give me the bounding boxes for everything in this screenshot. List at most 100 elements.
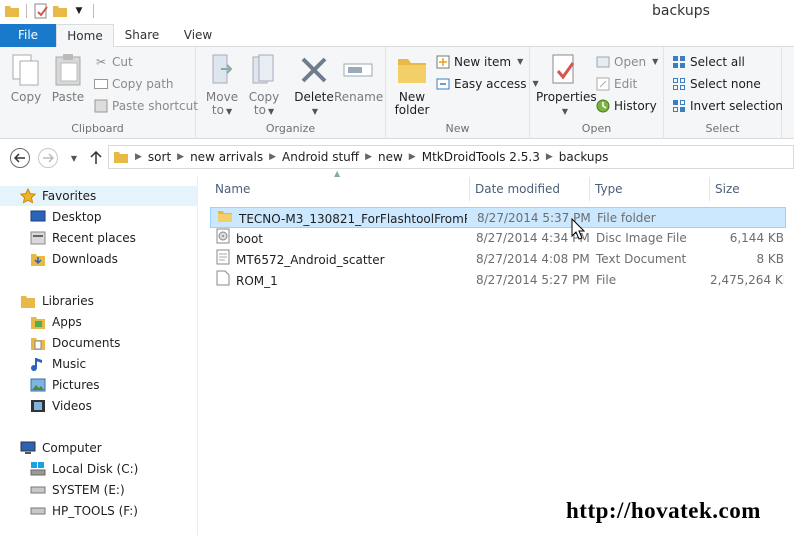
libraries-icon bbox=[20, 293, 36, 309]
easy-access-icon bbox=[436, 77, 450, 91]
clipboard-group-label: Clipboard bbox=[71, 122, 124, 135]
column-header-name[interactable]: Name bbox=[210, 177, 470, 201]
tab-view[interactable]: View bbox=[170, 24, 226, 47]
new-item-button[interactable]: New item ▼ bbox=[436, 52, 523, 72]
nav-local-disk[interactable]: Local Disk (C:) bbox=[0, 459, 198, 479]
file-type: Disc Image File bbox=[596, 231, 687, 245]
back-button[interactable] bbox=[10, 148, 30, 168]
up-button[interactable] bbox=[86, 148, 106, 168]
column-header-date-modified[interactable]: Date modified bbox=[470, 177, 590, 201]
select-group: Select all Select none Invert selection … bbox=[664, 47, 783, 139]
address-bar[interactable]: ▶ sort ▶ new arrivals ▶ Android stuff ▶ … bbox=[108, 145, 794, 169]
nav-computer[interactable]: Computer bbox=[0, 438, 198, 458]
forward-button[interactable] bbox=[38, 148, 58, 168]
table-row[interactable]: boot 8/27/2014 4:34 PM Disc Image File 6… bbox=[210, 228, 786, 249]
nav-downloads[interactable]: Downloads bbox=[0, 249, 198, 269]
nav-pictures[interactable]: Pictures bbox=[0, 375, 198, 395]
move-to-icon bbox=[205, 53, 239, 87]
window-title: backups bbox=[652, 3, 710, 19]
invert-selection-button[interactable]: Invert selection bbox=[672, 96, 783, 116]
easy-access-button[interactable]: Easy access ▼ bbox=[436, 74, 539, 94]
nav-desktop[interactable]: Desktop bbox=[0, 207, 198, 227]
breadcrumb-backups[interactable]: backups bbox=[559, 150, 609, 164]
properties-button[interactable]: Properties ▼ bbox=[536, 53, 597, 118]
column-header-size[interactable]: Size bbox=[710, 177, 794, 201]
tab-share[interactable]: Share bbox=[114, 24, 170, 47]
file-name: TECNO-M3_130821_ForFlashtoolFromRe... bbox=[239, 211, 467, 226]
downloads-icon bbox=[30, 251, 46, 267]
properties-icon[interactable] bbox=[33, 3, 49, 19]
chevron-down-icon[interactable]: ▼ bbox=[71, 3, 87, 19]
nav-libraries[interactable]: Libraries bbox=[0, 291, 198, 311]
nav-music[interactable]: Music bbox=[0, 354, 198, 374]
chevron-right-icon[interactable]: ▶ bbox=[269, 152, 276, 162]
file-icon bbox=[216, 270, 230, 291]
properties-icon bbox=[547, 53, 581, 87]
arrow-right-icon bbox=[43, 153, 54, 163]
computer-icon bbox=[20, 440, 36, 456]
cut-button[interactable]: ✂ Cut bbox=[94, 52, 133, 72]
rename-icon bbox=[341, 53, 375, 87]
move-to-button[interactable]: Move to ▼ bbox=[200, 53, 244, 118]
chevron-right-icon[interactable]: ▶ bbox=[177, 152, 184, 162]
open-button[interactable]: Open ▼ bbox=[596, 52, 658, 72]
music-note-icon bbox=[30, 356, 46, 372]
breadcrumb-android-stuff[interactable]: Android stuff bbox=[282, 150, 359, 164]
table-row[interactable]: MT6572_Android_scatter 8/27/2014 4:08 PM… bbox=[210, 249, 786, 270]
folder-icon bbox=[113, 150, 129, 164]
chevron-right-icon[interactable]: ▶ bbox=[365, 152, 372, 162]
copy-to-button[interactable]: Copy to ▼ bbox=[242, 53, 286, 118]
column-header-type[interactable]: Type bbox=[590, 177, 710, 201]
copy-path-icon bbox=[94, 77, 108, 91]
nav-apps[interactable]: Apps bbox=[0, 312, 198, 332]
ribbon: Copy Paste ✂ Cut Copy path Paste shortcu… bbox=[0, 47, 794, 139]
copy-button[interactable]: Copy bbox=[4, 53, 48, 104]
copy-icon bbox=[9, 53, 43, 87]
breadcrumb-sort[interactable]: sort bbox=[148, 150, 171, 164]
chevron-right-icon[interactable]: ▶ bbox=[546, 152, 553, 162]
select-all-button[interactable]: Select all bbox=[672, 52, 745, 72]
file-date: 8/27/2014 4:08 PM bbox=[476, 252, 590, 266]
nav-favorites[interactable]: Favorites bbox=[0, 186, 198, 206]
paste-button[interactable]: Paste bbox=[46, 53, 90, 104]
select-all-icon bbox=[672, 55, 686, 69]
nav-recent-places[interactable]: Recent places bbox=[0, 228, 198, 248]
recent-locations-button[interactable]: ▼ bbox=[64, 148, 84, 168]
copy-path-button[interactable]: Copy path bbox=[94, 74, 174, 94]
chevron-right-icon[interactable]: ▶ bbox=[409, 152, 416, 162]
new-folder-button[interactable]: New folder bbox=[390, 53, 434, 117]
select-none-button[interactable]: Select none bbox=[672, 74, 761, 94]
paste-shortcut-button[interactable]: Paste shortcut bbox=[94, 96, 198, 116]
mouse-cursor-icon bbox=[571, 217, 586, 243]
apps-icon bbox=[30, 314, 46, 330]
navigation-bar: ▼ ▶ sort ▶ new arrivals ▶ Android stuff … bbox=[0, 140, 794, 174]
file-list: ▲ Name Date modified Type Size TECNO-M3_… bbox=[210, 169, 794, 535]
tab-home[interactable]: Home bbox=[56, 24, 114, 48]
file-date: 8/27/2014 5:27 PM bbox=[476, 273, 590, 287]
copy-to-icon bbox=[247, 53, 281, 87]
delete-button[interactable]: Delete ▼ bbox=[292, 53, 336, 118]
folder-icon bbox=[217, 209, 233, 229]
disc-image-icon bbox=[216, 228, 230, 249]
table-row[interactable]: ROM_1 8/27/2014 5:27 PM File 2,475,264 K… bbox=[210, 270, 786, 291]
open-group: Properties ▼ Open ▼ Edit History Open bbox=[530, 47, 664, 139]
breadcrumb-new-arrivals[interactable]: new arrivals bbox=[190, 150, 263, 164]
nav-videos[interactable]: Videos bbox=[0, 396, 198, 416]
rename-button[interactable]: Rename bbox=[334, 53, 383, 104]
table-row[interactable]: TECNO-M3_130821_ForFlashtoolFromRe... 8/… bbox=[210, 207, 786, 228]
breadcrumb-mtkdroidtools[interactable]: MtkDroidTools 2.5.3 bbox=[422, 150, 540, 164]
new-group-label: New bbox=[445, 122, 470, 135]
nav-documents[interactable]: Documents bbox=[0, 333, 198, 353]
breadcrumb-new[interactable]: new bbox=[378, 150, 403, 164]
edit-icon bbox=[596, 77, 610, 91]
new-folder-icon[interactable] bbox=[52, 3, 68, 19]
star-icon bbox=[20, 188, 36, 204]
edit-button[interactable]: Edit bbox=[596, 74, 637, 94]
file-type: File folder bbox=[597, 211, 656, 225]
file-type: File bbox=[596, 273, 617, 287]
tab-file[interactable]: File bbox=[0, 24, 56, 47]
nav-system-drive[interactable]: SYSTEM (E:) bbox=[0, 480, 198, 500]
nav-hp-tools-drive[interactable]: HP_TOOLS (F:) bbox=[0, 501, 198, 521]
history-button[interactable]: History bbox=[596, 96, 657, 116]
drive-icon bbox=[30, 503, 46, 519]
